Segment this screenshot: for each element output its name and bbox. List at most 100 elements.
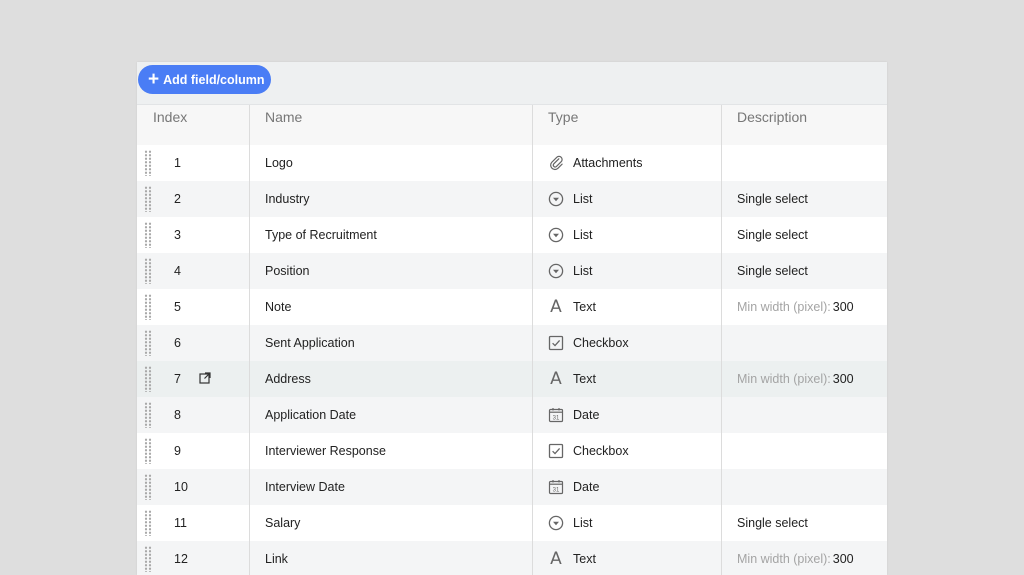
type-cell[interactable]: List	[533, 253, 722, 289]
description-cell[interactable]: Min width (pixel): 300	[722, 289, 887, 325]
type-cell[interactable]: A Text	[533, 361, 722, 397]
name-cell[interactable]: Address	[250, 361, 533, 397]
name-cell[interactable]: Interviewer Response	[250, 433, 533, 469]
checkbox-icon	[548, 335, 564, 351]
field-type: Date	[573, 408, 600, 422]
description-cell[interactable]: Min width (pixel): 300	[722, 541, 887, 575]
row-index: 3	[174, 228, 181, 242]
description-cell[interactable]: Single select	[722, 253, 887, 289]
name-cell[interactable]: Interview Date	[250, 469, 533, 505]
field-type: Text	[573, 300, 596, 314]
table-row-1[interactable]: 1 Logo Attachments	[137, 145, 887, 181]
name-cell[interactable]: Type of Recruitment	[250, 217, 533, 253]
description-cell[interactable]	[722, 433, 887, 469]
table-row-8[interactable]: 8 Application Date 31 Date	[137, 397, 887, 433]
name-cell[interactable]: Industry	[250, 181, 533, 217]
type-cell[interactable]: List	[533, 505, 722, 541]
drag-handle-icon[interactable]	[144, 330, 152, 356]
table-row-9[interactable]: 9 Interviewer Response Checkbox	[137, 433, 887, 469]
field-name: Interview Date	[265, 480, 345, 494]
type-cell[interactable]: 31 Date	[533, 469, 722, 505]
name-cell[interactable]: Position	[250, 253, 533, 289]
description-cell[interactable]	[722, 145, 887, 181]
checkbox-icon	[548, 443, 564, 459]
index-cell: 5	[137, 289, 250, 325]
min-width-value: 300	[832, 372, 854, 386]
field-name: Link	[265, 552, 288, 566]
type-cell[interactable]: 31 Date	[533, 397, 722, 433]
description-text: Single select	[737, 228, 808, 242]
field-name: Type of Recruitment	[265, 228, 377, 242]
table-row-2[interactable]: 2 Industry List Single select	[137, 181, 887, 217]
name-cell[interactable]: Sent Application	[250, 325, 533, 361]
table-row-5[interactable]: 5 Note A Text Min width (pixel): 300	[137, 289, 887, 325]
field-type: Checkbox	[573, 444, 629, 458]
table-row-6[interactable]: 6 Sent Application Checkbox	[137, 325, 887, 361]
table-row-3[interactable]: 3 Type of Recruitment List Single select	[137, 217, 887, 253]
header-index[interactable]: Index	[137, 105, 250, 145]
table-row-12[interactable]: 12 Link A Text Min width (pixel): 300	[137, 541, 887, 575]
row-index: 9	[174, 444, 181, 458]
field-type: Date	[573, 480, 600, 494]
min-width-value: 300	[832, 300, 854, 314]
table-row-11[interactable]: 11 Salary List Single select	[137, 505, 887, 541]
row-index: 7	[174, 372, 181, 386]
drag-handle-icon[interactable]	[144, 474, 152, 500]
index-cell: 6	[137, 325, 250, 361]
description-cell[interactable]	[722, 325, 887, 361]
field-type: Attachments	[573, 156, 643, 170]
drag-handle-icon[interactable]	[144, 510, 152, 536]
row-index: 2	[174, 192, 181, 206]
description-cell[interactable]	[722, 397, 887, 433]
header-name[interactable]: Name	[250, 105, 533, 145]
min-width-label: Min width (pixel):	[737, 300, 831, 314]
description-cell[interactable]: Single select	[722, 217, 887, 253]
fields-table: Index Name Type Description 1 Logo Attac…	[137, 105, 887, 575]
drag-handle-icon[interactable]	[144, 294, 152, 320]
open-record-icon[interactable]	[199, 372, 211, 384]
drag-handle-icon[interactable]	[144, 258, 152, 284]
description-cell[interactable]: Single select	[722, 505, 887, 541]
table-row-4[interactable]: 4 Position List Single select	[137, 253, 887, 289]
type-cell[interactable]: Attachments	[533, 145, 722, 181]
field-name: Industry	[265, 192, 310, 206]
drag-handle-icon[interactable]	[144, 186, 152, 212]
drag-handle-icon[interactable]	[144, 366, 152, 392]
field-name: Sent Application	[265, 336, 355, 350]
dropdown-circle-icon	[548, 191, 564, 207]
type-cell[interactable]: Checkbox	[533, 433, 722, 469]
drag-handle-icon[interactable]	[144, 150, 152, 176]
name-cell[interactable]: Application Date	[250, 397, 533, 433]
table-row-10[interactable]: 10 Interview Date 31 Date	[137, 469, 887, 505]
index-cell: 10	[137, 469, 250, 505]
type-cell[interactable]: Checkbox	[533, 325, 722, 361]
index-cell: 4	[137, 253, 250, 289]
text-a-icon: A	[550, 296, 562, 317]
row-index: 8	[174, 408, 181, 422]
field-type: Checkbox	[573, 336, 629, 350]
description-cell[interactable]: Min width (pixel): 300	[722, 361, 887, 397]
table-row-7[interactable]: 7 Address A Text Min width (pixel): 300	[137, 361, 887, 397]
drag-handle-icon[interactable]	[144, 438, 152, 464]
drag-handle-icon[interactable]	[144, 402, 152, 428]
dropdown-circle-icon	[548, 515, 564, 531]
row-index: 5	[174, 300, 181, 314]
type-cell[interactable]: List	[533, 181, 722, 217]
type-cell[interactable]: A Text	[533, 541, 722, 575]
drag-handle-icon[interactable]	[144, 546, 152, 572]
drag-handle-icon[interactable]	[144, 222, 152, 248]
add-field-button[interactable]: + Add field/column	[138, 65, 271, 94]
type-cell[interactable]: A Text	[533, 289, 722, 325]
type-cell[interactable]: List	[533, 217, 722, 253]
name-cell[interactable]: Logo	[250, 145, 533, 181]
name-cell[interactable]: Salary	[250, 505, 533, 541]
index-cell: 7	[137, 361, 250, 397]
header-description[interactable]: Description	[722, 105, 887, 145]
description-cell[interactable]: Single select	[722, 181, 887, 217]
name-cell[interactable]: Link	[250, 541, 533, 575]
description-cell[interactable]	[722, 469, 887, 505]
field-name: Salary	[265, 516, 301, 530]
header-type[interactable]: Type	[533, 105, 722, 145]
min-width-value: 300	[832, 552, 854, 566]
name-cell[interactable]: Note	[250, 289, 533, 325]
